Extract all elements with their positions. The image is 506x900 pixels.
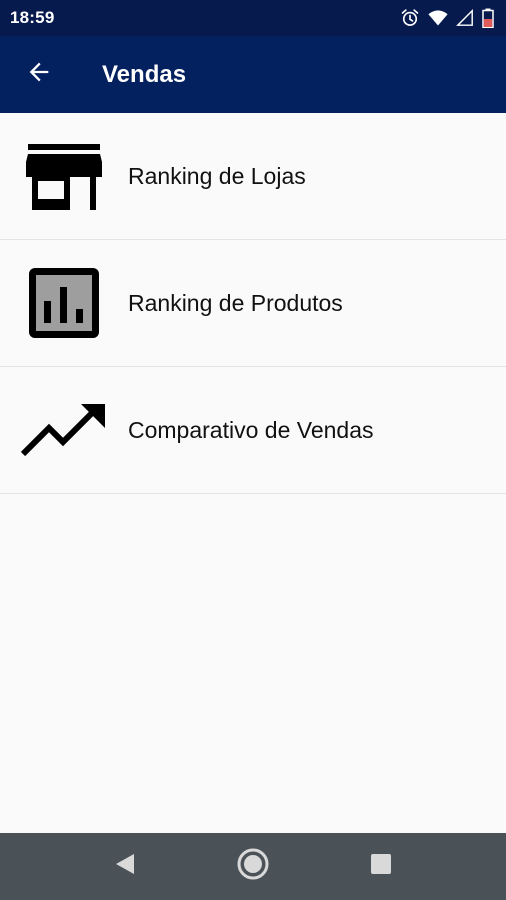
page-title: Vendas [102,60,187,88]
signal-icon [456,9,474,27]
home-circle-icon [236,847,270,886]
battery-icon [482,8,494,28]
nav-back-button[interactable] [61,833,189,900]
status-time: 18:59 [10,8,55,27]
wifi-icon [428,9,448,27]
menu-list: Ranking de Lojas Ranking de Produtos Com… [0,113,506,494]
back-button[interactable] [0,36,78,113]
status-icons [400,8,494,28]
nav-recents-button[interactable] [317,833,445,900]
menu-label: Comparativo de Vendas [128,416,374,443]
status-bar: 18:59 [0,0,506,36]
menu-item-comparativo-vendas[interactable]: Comparativo de Vendas [0,367,506,494]
system-nav-bar [0,833,506,900]
alarm-icon [400,8,420,28]
trending-up-icon [0,367,128,493]
menu-item-ranking-lojas[interactable]: Ranking de Lojas [0,113,506,240]
recents-square-icon [370,853,392,880]
store-icon [0,113,128,239]
nav-home-button[interactable] [189,833,317,900]
app-bar: Vendas [0,36,506,113]
menu-label: Ranking de Produtos [128,289,343,316]
bar-chart-icon [0,240,128,366]
menu-label: Ranking de Lojas [128,162,306,189]
back-triangle-icon [114,852,136,881]
arrow-left-icon [25,58,53,91]
menu-item-ranking-produtos[interactable]: Ranking de Produtos [0,240,506,367]
